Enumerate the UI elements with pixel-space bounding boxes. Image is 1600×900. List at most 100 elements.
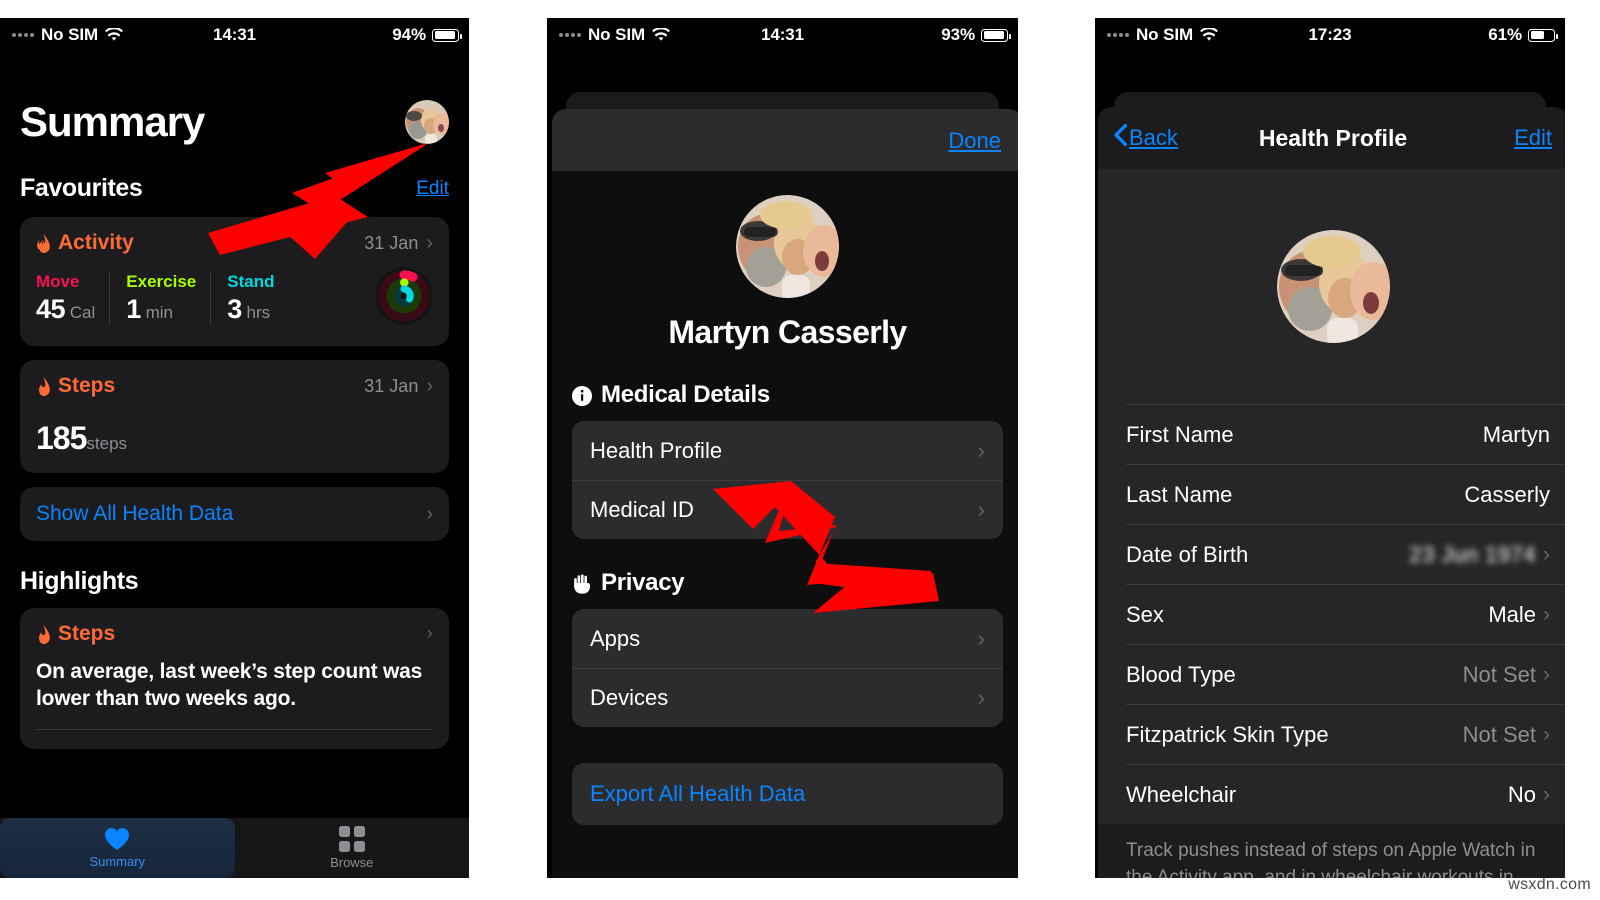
flame-icon (36, 233, 51, 253)
edit-button[interactable]: Edit (416, 178, 449, 200)
status-bar: No SIM 14:31 93% (547, 18, 1018, 52)
done-button[interactable]: Done (948, 128, 1001, 154)
hand-raised-icon (572, 573, 592, 594)
row-label: First Name (1126, 421, 1234, 447)
sheet-nav-bar: Done (552, 109, 1018, 171)
steps-card-name: Steps (58, 374, 116, 397)
metric-number: 3 (227, 294, 242, 324)
flame-icon (36, 624, 51, 644)
row-health-profile[interactable]: Health Profile › (572, 421, 1003, 480)
battery-icon (432, 28, 462, 42)
tab-summary[interactable]: Summary (0, 818, 235, 878)
activity-rings-icon (375, 267, 433, 330)
row-label: Fitzpatrick Skin Type (1126, 721, 1329, 747)
flame-icon (36, 376, 51, 396)
wifi-icon (1200, 28, 1218, 42)
clock: 17:23 (1308, 25, 1352, 44)
battery-percent: 93% (941, 25, 975, 44)
metric-move: Move 45 Cal (36, 272, 109, 325)
profile-avatar[interactable] (736, 195, 839, 298)
tab-browse[interactable]: Browse (235, 818, 470, 878)
profile-sheet-screen: Done Martyn Casserly Medical Details Hea… (547, 52, 1018, 878)
row-label: Health Profile (590, 437, 723, 463)
show-all-health-data-button[interactable]: Show All Health Data › (20, 487, 449, 541)
profile-avatar[interactable] (405, 100, 449, 144)
row-value: Not Set (1462, 661, 1536, 687)
row-label: Last Name (1126, 481, 1233, 507)
row-devices[interactable]: Devices › (572, 668, 1003, 727)
steps-card-title-group: Steps (36, 374, 115, 398)
health-profile-screen: Back Health Profile Edit First Name Mart… (1095, 52, 1565, 878)
row-medical-id[interactable]: Medical ID › (572, 480, 1003, 539)
watermark: wsxdn.com (1508, 876, 1591, 893)
highlight-title-group: Steps (36, 622, 115, 646)
metric-number: 1 (126, 294, 141, 324)
row-value-group: Casserly (1464, 482, 1550, 508)
screenshot-stage: No SIM 14:31 94% Summary Favourites Edit… (0, 0, 1600, 900)
activity-metrics: Move 45 Cal Exercise 1 min Stand 3 hrs (36, 267, 433, 330)
row-value-group: Male › (1488, 602, 1550, 628)
row-label: Date of Birth (1126, 541, 1249, 567)
row-value: Not Set (1462, 721, 1536, 747)
row-value-group: Not Set › (1463, 722, 1550, 748)
back-label: Back (1129, 125, 1178, 150)
battery-percent: 94% (392, 25, 426, 44)
row-value: Casserly (1464, 481, 1550, 507)
steps-unit: steps (86, 434, 128, 453)
medical-details-group: Health Profile › Medical ID › (572, 421, 1003, 539)
row-label: Apps (590, 625, 641, 651)
row-first-name[interactable]: First Name Martyn (1126, 404, 1565, 464)
export-all-health-data-button[interactable]: Export All Health Data (572, 763, 1003, 825)
heart-icon (104, 827, 130, 851)
highlight-card-text: On average, last week’s step count was l… (36, 660, 423, 711)
privacy-heading: Privacy (572, 569, 1003, 597)
row-wheelchair[interactable]: Wheelchair No › (1126, 764, 1565, 824)
row-label: Wheelchair (1126, 781, 1237, 807)
edit-button[interactable]: Edit (1514, 125, 1552, 151)
favourites-header: Favourites Edit (20, 174, 449, 203)
tab-summary-label: Summary (89, 854, 146, 869)
row-last-name[interactable]: Last Name Casserly (1126, 464, 1565, 524)
medical-details-label: Medical Details (601, 381, 770, 408)
status-bar: No SIM 14:31 94% (0, 18, 469, 52)
back-button[interactable]: Back (1114, 123, 1178, 152)
row-value: Male (1488, 601, 1536, 627)
profile-sheet: Done Martyn Casserly Medical Details Hea… (552, 109, 1018, 878)
profile-avatar[interactable] (1276, 230, 1390, 343)
profile-avatar-zone (1098, 169, 1565, 404)
profile-avatar-wrap (572, 171, 1003, 298)
signal-dots-icon (559, 33, 581, 37)
profile-name: Martyn Casserly (668, 314, 907, 350)
steps-value: 185 (36, 420, 87, 456)
tab-bar: Summary Browse (0, 818, 469, 878)
status-bar: No SIM 17:23 61% (1095, 18, 1565, 52)
activity-card[interactable]: Activity 31 Jan › Move 45 Cal Exercise 1… (20, 217, 449, 346)
status-right: 94% (392, 25, 462, 45)
steps-card[interactable]: Steps 31 Jan › 185steps (20, 360, 449, 473)
status-left: No SIM (1107, 25, 1218, 45)
chevron-right-icon: › (977, 625, 985, 651)
row-label: Medical ID (590, 497, 694, 522)
grid-icon (338, 826, 365, 852)
page-title: Summary (20, 98, 205, 145)
tab-browse-label: Browse (330, 855, 374, 870)
battery-icon (981, 28, 1011, 42)
carrier-label: No SIM (588, 25, 646, 44)
clock: 14:31 (213, 25, 256, 44)
signal-dots-icon (12, 33, 34, 37)
highlight-card[interactable]: Steps › On average, last week’s step cou… (20, 608, 449, 749)
row-apps[interactable]: Apps › (572, 609, 1003, 668)
chevron-right-icon: › (1543, 542, 1550, 566)
row-label: Sex (1126, 601, 1164, 627)
phone-screenshot-summary: No SIM 14:31 94% Summary Favourites Edit… (0, 18, 469, 878)
row-fitzpatrick-skin-type[interactable]: Fitzpatrick Skin Type Not Set › (1126, 704, 1565, 764)
metric-exercise: Exercise 1 min (109, 272, 210, 325)
row-sex[interactable]: Sex Male › (1126, 584, 1565, 644)
row-date-of-birth[interactable]: Date of Birth 23 Jun 1974 › (1126, 524, 1565, 584)
metric-value: 45 Cal (36, 294, 95, 325)
signal-dots-icon (1107, 33, 1129, 37)
row-value-group: No › (1508, 782, 1550, 808)
highlights-title: Highlights (20, 567, 139, 595)
metric-label: Exercise (126, 272, 197, 291)
row-blood-type[interactable]: Blood Type Not Set › (1126, 644, 1565, 704)
